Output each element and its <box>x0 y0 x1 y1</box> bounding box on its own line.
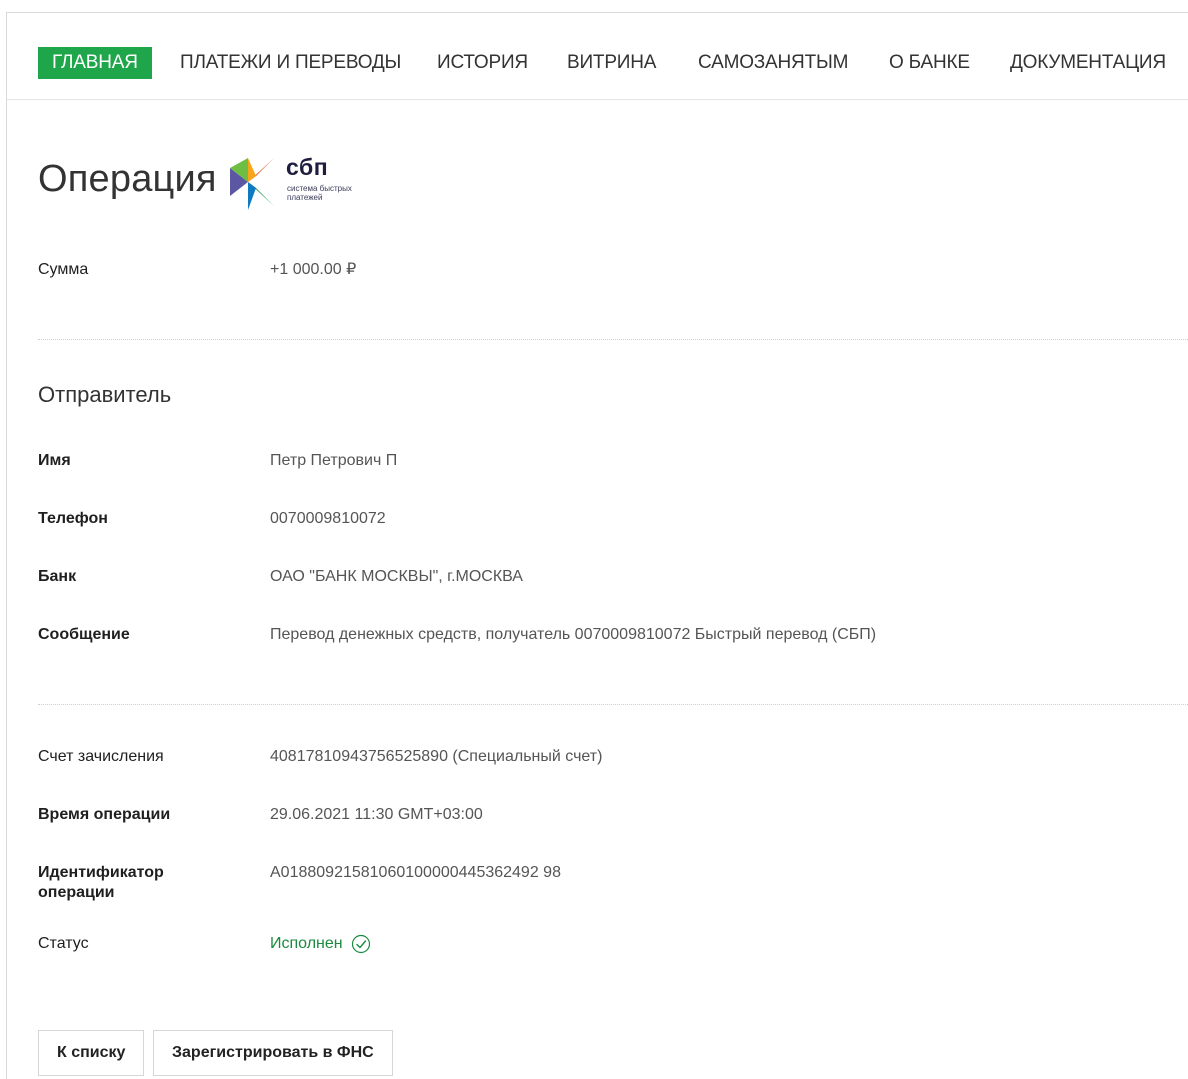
operation-time-value: 29.06.2021 11:30 GMT+03:00 <box>270 806 483 823</box>
operation-time-label: Время операции <box>38 806 171 823</box>
status-label: Статус <box>38 935 89 952</box>
nav-item-home[interactable]: ГЛАВНАЯ <box>38 47 152 79</box>
nav-item-documentation[interactable]: ДОКУМЕНТАЦИЯ <box>1010 47 1166 79</box>
sender-section-title: Отправитель <box>38 382 172 407</box>
sbp-logo-icon <box>230 158 274 210</box>
nav-item-history[interactable]: ИСТОРИЯ <box>437 47 528 79</box>
section-divider <box>38 704 1188 705</box>
sender-name-value: Петр Петрович П <box>270 452 398 469</box>
register-fns-button[interactable]: Зарегистрировать в ФНС <box>153 1030 393 1076</box>
page-title: Операция <box>38 158 217 200</box>
back-to-list-button[interactable]: К списку <box>38 1030 145 1076</box>
sbp-logo-word: сбп <box>286 154 329 180</box>
nav-item-showcase[interactable]: ВИТРИНА <box>567 47 656 79</box>
check-circle-icon <box>351 934 371 954</box>
sender-phone-label: Телефон <box>38 510 108 527</box>
sbp-logo-subtitle: система быстрых платежей <box>287 184 352 202</box>
operation-id-label-line2: операции <box>38 884 115 901</box>
amount-label: Сумма <box>38 261 89 278</box>
nav-item-self-employed[interactable]: САМОЗАНЯТЫМ <box>698 47 848 79</box>
account-label: Счет зачисления <box>38 748 164 765</box>
nav-item-about-bank[interactable]: О БАНКЕ <box>889 47 970 79</box>
sbp-logo: сбп система быстрых платежей <box>226 154 376 214</box>
sender-message-value: Перевод денежных средств, получатель 007… <box>270 626 877 643</box>
sender-bank-label: Банк <box>38 568 77 585</box>
operation-id-label: Идентификатор операции <box>38 863 164 903</box>
operation-id-value: A01880921581060100000445362492 98 <box>270 864 561 881</box>
nav-item-payments[interactable]: ПЛАТЕЖИ И ПЕРЕВОДЫ <box>180 47 401 79</box>
account-value: 40817810943756525890 (Специальный счет) <box>270 748 603 765</box>
sender-bank-value: ОАО "БАНК МОСКВЫ", г.МОСКВА <box>270 568 523 585</box>
sender-name-label: Имя <box>38 452 71 469</box>
amount-value: +1 000.00 ₽ <box>270 261 357 278</box>
sender-phone-value: 0070009810072 <box>270 510 386 527</box>
section-divider <box>38 339 1188 340</box>
main-navigation: ГЛАВНАЯ ПЛАТЕЖИ И ПЕРЕВОДЫ ИСТОРИЯ ВИТРИ… <box>7 13 1188 100</box>
operation-id-label-line1: Идентификатор <box>38 864 164 881</box>
sender-message-label: Сообщение <box>38 626 130 643</box>
status-text: Исполнен <box>270 935 343 953</box>
status-value: Исполнен <box>270 934 371 954</box>
